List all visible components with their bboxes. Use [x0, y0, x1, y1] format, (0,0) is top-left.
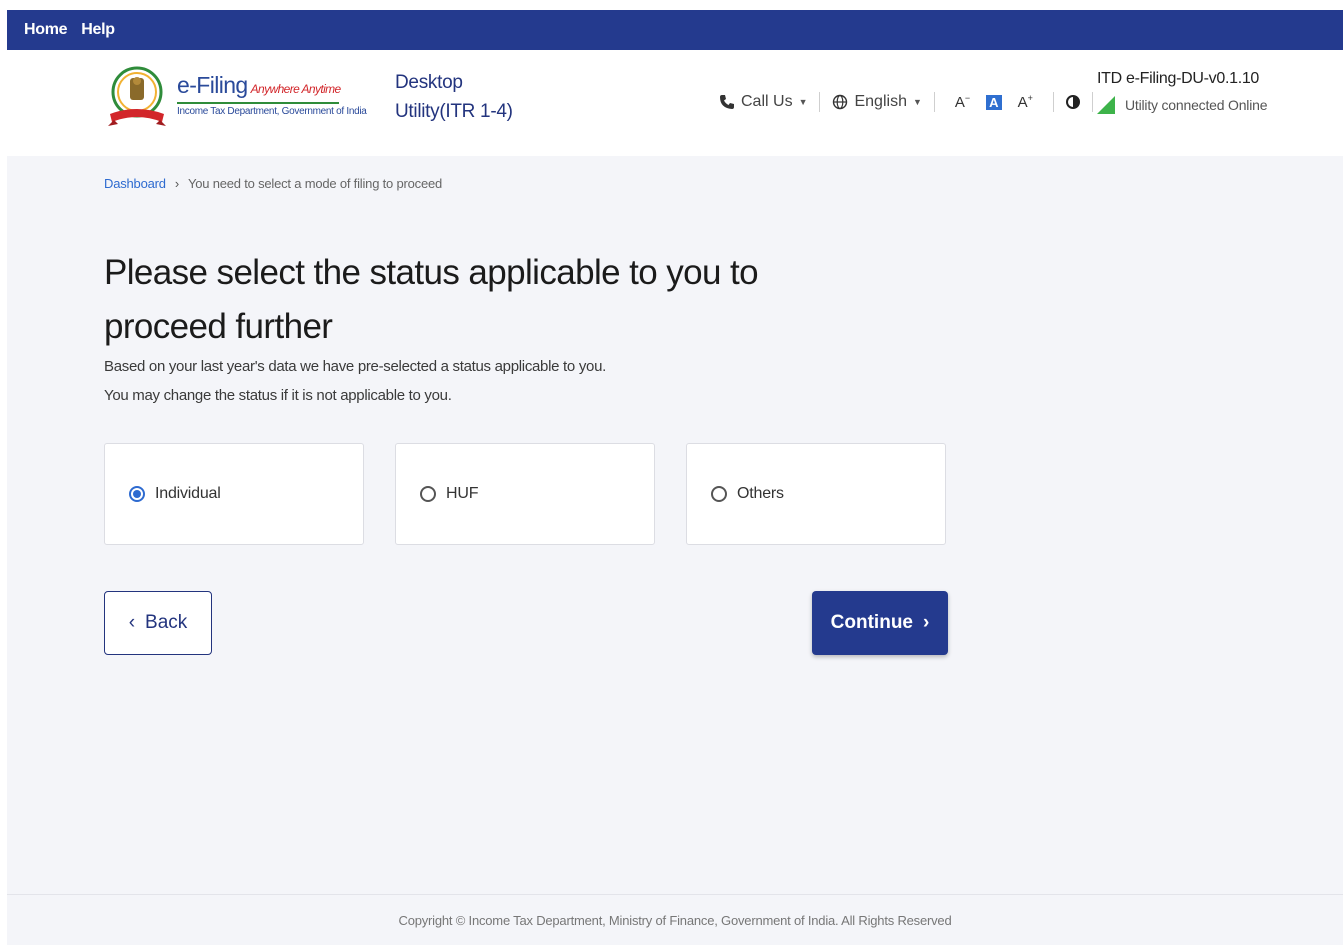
copyright-text: Copyright © Income Tax Department, Minis… — [398, 913, 952, 928]
home-link[interactable]: Home — [24, 21, 68, 39]
top-nav: Home Help — [7, 10, 1343, 50]
phone-icon — [720, 95, 734, 109]
version-info: ITD e-Filing-DU-v0.1.10 Utility connecte… — [1097, 70, 1267, 114]
status-option-huf[interactable]: HUF — [395, 443, 655, 545]
globe-icon — [833, 94, 848, 110]
page-description: Based on your last year's data we have p… — [104, 352, 606, 410]
chevron-down-icon: ▼ — [798, 97, 808, 107]
logo-text: e-Filing Anywhere Anytime Income Tax Depa… — [177, 72, 367, 117]
chevron-left-icon: ‹ — [128, 612, 136, 633]
chevron-right-icon: › — [174, 176, 179, 191]
site-header: e-Filing Anywhere Anytime Income Tax Depa… — [7, 50, 1343, 156]
divider — [819, 92, 821, 112]
language-label: English — [854, 93, 907, 110]
app-frame: Home Help e-Filing Anywhere Anytime Incom… — [7, 10, 1343, 945]
logo-subtitle: Income Tax Department, Government of Ind… — [177, 106, 367, 117]
status-option-label: HUF — [446, 485, 479, 502]
radio-button[interactable] — [420, 486, 436, 502]
back-button[interactable]: ‹ Back — [104, 591, 212, 655]
status-option-label: Others — [737, 485, 784, 502]
call-us-dropdown[interactable]: Call Us ▼ — [719, 93, 807, 111]
connection-status: Utility connected Online — [1125, 97, 1268, 113]
chevron-down-icon: ▼ — [912, 97, 922, 107]
continue-button-label: Continue — [830, 612, 913, 633]
contrast-toggle-icon[interactable] — [1065, 95, 1080, 109]
font-decrease-button[interactable]: A− — [955, 93, 970, 111]
back-button-label: Back — [145, 612, 188, 633]
footer: Copyright © Income Tax Department, Minis… — [7, 894, 1343, 945]
font-increase-button[interactable]: A+ — [1018, 93, 1033, 111]
status-option-others[interactable]: Others — [686, 443, 946, 545]
call-us-label: Call Us — [741, 93, 793, 110]
status-option-individual[interactable]: Individual — [104, 443, 364, 545]
utility-title-line2: Utility(ITR 1-4) — [395, 101, 513, 122]
language-dropdown[interactable]: English ▼ — [832, 93, 922, 111]
breadcrumb-dashboard-link[interactable]: Dashboard — [104, 176, 166, 191]
version-label: ITD e-Filing-DU-v0.1.10 — [1097, 70, 1260, 87]
chevron-right-icon: › — [923, 612, 930, 633]
breadcrumb: Dashboard › You need to select a mode of… — [104, 176, 442, 191]
divider — [1091, 92, 1093, 112]
radio-button[interactable] — [711, 486, 727, 502]
emblem-logo-icon — [108, 66, 166, 126]
description-line-1: Based on your last year's data we have p… — [104, 358, 606, 375]
status-option-label: Individual — [155, 485, 221, 502]
utility-title-line1: Desktop — [395, 72, 463, 93]
page-title: Please select the status applicable to y… — [104, 253, 759, 346]
logo-divider — [177, 102, 339, 104]
continue-button[interactable]: Continue › — [812, 591, 948, 655]
signal-icon — [1097, 96, 1115, 114]
help-link[interactable]: Help — [81, 21, 115, 39]
description-line-2: You may change the status if it is not a… — [104, 387, 452, 404]
divider — [933, 92, 935, 112]
radio-button-selected[interactable] — [129, 486, 145, 502]
logo-title: e-Filing — [177, 72, 248, 98]
font-normal-button[interactable]: A — [986, 94, 1002, 110]
header-tools: Call Us ▼ English ▼ A− A A+ — [719, 90, 1105, 114]
breadcrumb-current: You need to select a mode of filing to p… — [187, 176, 443, 191]
logo-tagline: Anywhere Anytime — [250, 82, 342, 96]
divider — [1052, 92, 1054, 112]
utility-title: Desktop Utility(ITR 1-4) — [395, 68, 513, 126]
